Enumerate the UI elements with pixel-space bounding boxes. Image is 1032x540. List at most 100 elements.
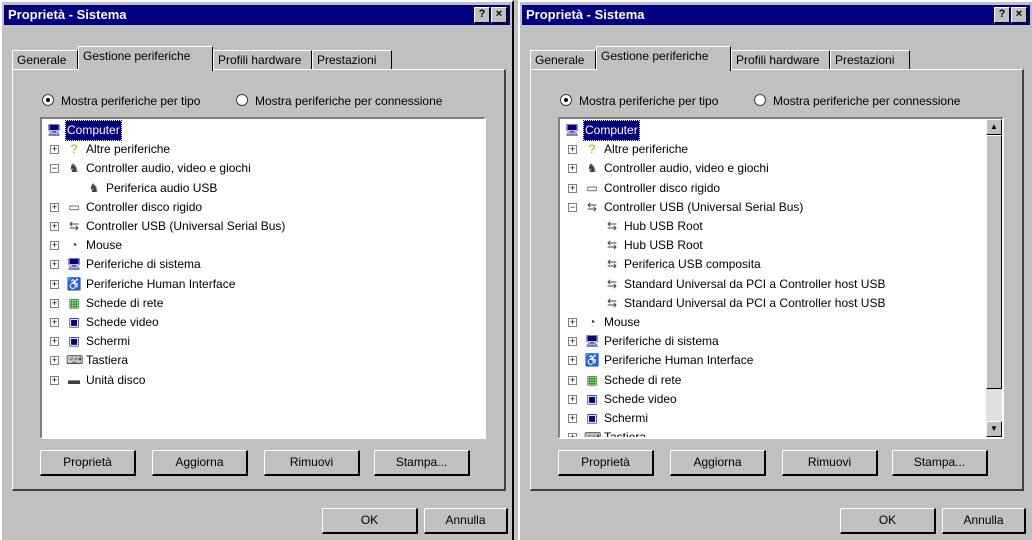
tree-item-label: Controller USB (Universal Serial Bus): [604, 199, 804, 214]
tree-item[interactable]: ♞ Periferica audio USB: [86, 179, 218, 198]
tree-item[interactable]: + ♞ Controller audio, video e giochi: [568, 159, 769, 178]
expand-icon[interactable]: +: [568, 394, 577, 404]
tree-item[interactable]: + ▣ Schermi: [568, 409, 648, 428]
help-icon[interactable]: ?: [474, 7, 490, 23]
mouse-icon: ◔: [588, 315, 596, 329]
tree-item[interactable]: + ♿ Periferiche Human Interface: [50, 275, 235, 294]
tree-item[interactable]: + ⌨ Tastiera: [568, 428, 646, 437]
expand-icon[interactable]: +: [50, 241, 59, 251]
properties-button[interactable]: Proprietà: [40, 450, 136, 476]
remove-button[interactable]: Rimuovi: [782, 450, 878, 476]
tree-item[interactable]: + ⌨ Tastiera: [50, 351, 128, 370]
tree-item[interactable]: + ⇆ Controller USB (Universal Serial Bus): [50, 217, 285, 236]
close-icon[interactable]: ×: [491, 7, 507, 23]
expand-icon[interactable]: +: [568, 337, 577, 347]
tree-item[interactable]: + ◔ Mouse: [50, 236, 122, 255]
usb-icon: ⇆: [586, 199, 598, 214]
tab-generale[interactable]: Generale: [530, 50, 596, 70]
tab-gestione-periferiche[interactable]: Gestione periferiche: [78, 46, 213, 71]
radio-by-connection-label: Mostra periferiche per connessione: [255, 94, 443, 108]
tree-item[interactable]: ⇆ Hub USB Root: [604, 217, 703, 236]
expand-icon[interactable]: +: [568, 145, 577, 155]
radio-by-connection[interactable]: Mostra periferiche per connessione: [754, 92, 960, 110]
cancel-button[interactable]: Annulla: [424, 508, 508, 534]
tab-gestione-periferiche[interactable]: Gestione periferiche: [596, 46, 731, 71]
tree-item[interactable]: + ▭ Controller disco rigido: [50, 198, 202, 217]
title-bar[interactable]: Proprietà - Sistema ? ×: [4, 5, 510, 25]
collapse-icon[interactable]: −: [568, 202, 577, 212]
title-bar[interactable]: Proprietà - Sistema ? ×: [522, 5, 1030, 25]
tab-prestazioni[interactable]: Prestazioni: [312, 50, 392, 70]
tree-item[interactable]: ⇆ Standard Universal da PCI a Controller …: [604, 275, 886, 294]
ok-button[interactable]: OK: [322, 508, 418, 534]
tree-item[interactable]: + 🖥 Periferiche di sistema: [568, 332, 719, 351]
expand-icon[interactable]: +: [50, 298, 59, 308]
expand-icon[interactable]: +: [568, 164, 577, 174]
expand-icon[interactable]: +: [568, 414, 577, 423]
tree-item[interactable]: + ▦ Schede di rete: [568, 371, 681, 390]
collapse-icon[interactable]: −: [50, 164, 59, 174]
remove-button[interactable]: Rimuovi: [264, 450, 360, 476]
tree-item[interactable]: − ⇆ Controller USB (Universal Serial Bus): [568, 198, 804, 217]
tree-item[interactable]: + ▣ Schermi: [50, 332, 130, 351]
tree-item[interactable]: + ▦ Schede di rete: [50, 294, 163, 313]
expand-icon[interactable]: +: [568, 183, 577, 193]
tree-item[interactable]: 🖥 Computer: [564, 120, 640, 141]
expand-icon[interactable]: +: [50, 222, 59, 231]
scroll-down-icon[interactable]: ▼: [986, 421, 1002, 437]
close-icon[interactable]: ×: [1011, 7, 1027, 23]
tab-prestazioni[interactable]: Prestazioni: [830, 50, 910, 70]
expand-icon[interactable]: +: [50, 375, 59, 385]
ok-button[interactable]: OK: [840, 508, 936, 534]
expand-icon[interactable]: +: [50, 202, 59, 212]
expand-icon[interactable]: +: [50, 356, 59, 366]
help-icon[interactable]: ?: [994, 7, 1010, 23]
expand-icon[interactable]: +: [50, 337, 59, 347]
radio-empty-icon: [236, 94, 248, 106]
tree-item[interactable]: +? Altre periferiche: [50, 140, 170, 159]
print-button[interactable]: Stampa...: [374, 450, 470, 476]
expand-icon[interactable]: +: [568, 318, 577, 327]
properties-button[interactable]: Proprietà: [558, 450, 654, 476]
tab-profili-hardware[interactable]: Profili hardware: [213, 50, 312, 70]
refresh-button[interactable]: Aggiorna: [670, 450, 766, 476]
system-properties-window-left: Proprietà - Sistema ? × Generale Gestion…: [0, 0, 514, 540]
radio-by-type[interactable]: Mostra periferiche per tipo: [42, 92, 200, 110]
expand-icon[interactable]: +: [50, 260, 59, 270]
expand-icon[interactable]: +: [568, 356, 577, 366]
scroll-thumb[interactable]: [986, 135, 1002, 389]
cancel-button[interactable]: Annulla: [942, 508, 1026, 534]
tree-item[interactable]: + ♿ Periferiche Human Interface: [568, 351, 753, 370]
tree-item[interactable]: + ▣ Schede video: [568, 390, 677, 409]
radio-by-connection[interactable]: Mostra periferiche per connessione: [236, 92, 442, 110]
radio-by-type[interactable]: Mostra periferiche per tipo: [560, 92, 718, 110]
tree-item-label: Hub USB Root: [624, 219, 703, 233]
tab-generale[interactable]: Generale: [12, 50, 78, 70]
tree-item[interactable]: + ▣ Schede video: [50, 313, 159, 332]
tree-item[interactable]: + 🖥 Periferiche di sistema: [50, 255, 201, 274]
tree-item[interactable]: + ▬ Unità disco: [50, 371, 145, 390]
vertical-scrollbar[interactable]: ▲ ▼: [986, 119, 1002, 437]
print-button[interactable]: Stampa...: [892, 450, 988, 476]
tree-item[interactable]: − ♞ Controller audio, video e giochi: [50, 159, 251, 178]
tab-profili-hardware[interactable]: Profili hardware: [731, 50, 830, 70]
scroll-up-icon[interactable]: ▲: [986, 119, 1002, 135]
tree-item[interactable]: + ▭ Controller disco rigido: [568, 179, 720, 198]
tree-item[interactable]: ⇆ Periferica USB composita: [604, 255, 761, 274]
expand-icon[interactable]: +: [50, 318, 59, 327]
expand-icon[interactable]: +: [568, 433, 577, 437]
computer-icon: 🖥: [66, 257, 82, 272]
tree-item[interactable]: 🖥 Computer: [46, 120, 122, 141]
refresh-button[interactable]: Aggiorna: [152, 450, 248, 476]
expand-icon[interactable]: +: [50, 145, 59, 155]
tree-item[interactable]: +? Altre periferiche: [568, 140, 688, 159]
device-tree[interactable]: 🖥 Computer +? Altre periferiche − ♞ Controller…: [40, 117, 486, 439]
network-card-icon: ▦: [68, 295, 80, 310]
tree-item[interactable]: ⇆ Hub USB Root: [604, 236, 703, 255]
expand-icon[interactable]: +: [568, 375, 577, 385]
question-icon: ?: [588, 142, 596, 157]
device-tree[interactable]: ▲ ▼ 🖥 Computer +? Altre periferiche + ♞ Contro…: [558, 117, 1004, 439]
tree-item[interactable]: ⇆ Standard Universal da PCI a Controller …: [604, 294, 886, 313]
expand-icon[interactable]: +: [50, 279, 59, 289]
tree-item[interactable]: + ◔ Mouse: [568, 313, 640, 332]
